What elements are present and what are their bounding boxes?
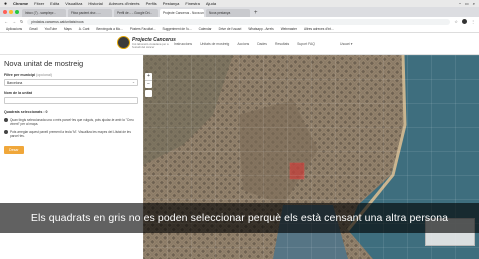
browser-toolbar: ← → ↻ pindatos.cancerus.cat/unitats/nova… <box>0 17 479 26</box>
bookmark-item[interactable]: Drive de l'usuari <box>219 27 242 31</box>
zoom-control: + − <box>145 73 152 88</box>
info-note: Quan tingis seleccionada una o més parce… <box>4 118 138 126</box>
info-icon <box>4 130 8 135</box>
back-icon[interactable]: ← <box>4 19 8 24</box>
menubar-item[interactable]: Finestra <box>185 1 199 6</box>
window-controls <box>3 10 19 14</box>
bookmark-item[interactable]: Benvinguts a Mo... <box>96 27 122 31</box>
browser-tab[interactable]: Inbox (7) - samplepr... <box>22 9 66 17</box>
new-tab-icon[interactable]: + <box>252 9 260 17</box>
battery-icon[interactable]: ▭ <box>465 1 469 6</box>
menubar-item[interactable]: Adreces d'interès <box>109 1 140 6</box>
info-note-text: Quan tingis seleccionada una o més parce… <box>10 118 134 126</box>
close-window-button[interactable] <box>3 10 7 14</box>
reload-icon[interactable]: ↻ <box>20 19 23 24</box>
menubar-app-name[interactable]: Chrome <box>13 1 28 6</box>
nav-item[interactable]: Resultats <box>275 42 289 46</box>
menubar-item[interactable]: Visualitza <box>65 1 82 6</box>
app-logo[interactable] <box>117 36 130 49</box>
bookmark-item[interactable]: Webmaster <box>281 27 297 31</box>
profile-avatar[interactable] <box>462 19 467 24</box>
nav-item[interactable]: Accions <box>237 42 249 46</box>
bookmarks-bar: Aplicacions Gmail YouTube Maps A. Cant B… <box>0 26 479 33</box>
search-icon[interactable]: ⌕ <box>473 1 475 6</box>
minimize-window-button[interactable] <box>9 10 13 14</box>
bookmark-item[interactable]: Altres adreces d'int... <box>304 27 334 31</box>
info-note: Pots arreglar aquest panell prement la t… <box>4 130 138 138</box>
wifi-icon[interactable]: ◔ <box>459 1 461 6</box>
municipality-filter-label-text: Filtre per municipi <box>4 73 36 77</box>
nav-item[interactable]: Instruccions <box>174 42 192 46</box>
menubar-item[interactable]: Historial <box>88 1 102 6</box>
apple-icon[interactable]: ● <box>4 1 7 7</box>
bookmark-item[interactable]: Suggeriment de l'u... <box>163 27 192 31</box>
bookmark-item[interactable]: A. Cant <box>79 27 90 31</box>
optional-hint: (opcional) <box>36 73 52 77</box>
zoom-out-button[interactable]: − <box>145 80 152 88</box>
macos-menubar: ● Chrome Fitxer Edita Visualitza Histori… <box>0 0 479 7</box>
bookmark-item[interactable]: Whatsapp - Arrels <box>248 27 273 31</box>
menubar-status-area: ◔ ▭ ⌕ <box>459 1 475 6</box>
municipality-filter-label: Filtre per municipi (opcional) <box>4 73 139 77</box>
zoom-in-button[interactable]: + <box>145 73 152 80</box>
browser-tab[interactable]: Perfil de... - Google Dri... <box>114 9 158 17</box>
menubar-item[interactable]: Edita <box>50 1 59 6</box>
unit-name-label: Nom de la unitat <box>4 91 32 95</box>
video-subtitle: Els quadrats en gris no es poden selecci… <box>0 203 479 233</box>
chevron-down-icon: ⌄ <box>131 80 135 84</box>
bookmark-item[interactable]: YouTube <box>44 27 57 31</box>
menu-icon[interactable]: ⋮ <box>471 19 475 24</box>
brand-tagline: Col·laboració ciutadana per a l'estudi d… <box>132 42 169 49</box>
menubar-item[interactable]: Perfils <box>146 1 157 6</box>
browser-tab[interactable]: Fitxa pacient.xlsx - ... <box>68 9 112 17</box>
nav-item[interactable]: Suport FAQ <box>297 42 315 46</box>
bookmark-item[interactable]: Pòsters Facultat... <box>130 27 156 31</box>
browser-tab[interactable]: Nova pestanya <box>206 9 250 17</box>
zoom-window-button[interactable] <box>15 10 19 14</box>
nav-item[interactable]: Unitats de mostreig <box>200 42 229 46</box>
browser-tab-strip: Inbox (7) - samplepr... Fitxa pacient.xl… <box>0 7 479 17</box>
main-nav: Instruccions Unitats de mostreig Accions… <box>174 42 315 46</box>
municipality-select[interactable]: Barcelona ⌄ <box>4 79 138 86</box>
bookmark-item[interactable]: Calendar <box>199 27 212 31</box>
browser-tab-active[interactable]: Projecte Cancerus - Nova unit... <box>160 9 204 17</box>
save-button[interactable]: Desar <box>4 146 24 154</box>
menubar-item[interactable]: Pestanya <box>163 1 180 6</box>
page-title: Nova unitat de mostreig <box>4 59 84 68</box>
unit-name-input[interactable] <box>4 97 138 104</box>
nav-item[interactable]: Dades <box>257 42 267 46</box>
info-icon <box>4 118 8 123</box>
info-note-text: Pots arreglar aquest panell prement la t… <box>10 130 131 138</box>
menubar-item[interactable]: Fitxer <box>34 1 44 6</box>
bookmark-item[interactable]: Maps <box>64 27 72 31</box>
star-icon[interactable]: ☆ <box>454 19 458 24</box>
menubar-item[interactable]: Ajuda <box>206 1 216 6</box>
bookmark-item[interactable]: Aplicacions <box>6 27 22 31</box>
app-header: Projecte Cancerus Col·laboració ciutadan… <box>0 33 479 55</box>
address-bar[interactable]: pindatos.cancerus.cat/unitats/nova <box>27 18 451 25</box>
selected-count: Quadrats seleccionats : 0 <box>4 110 48 114</box>
layers-icon[interactable] <box>145 90 152 97</box>
forward-icon[interactable]: → <box>12 19 16 24</box>
bookmark-item[interactable]: Gmail <box>29 27 37 31</box>
user-menu[interactable]: Usuari ▾ <box>340 42 352 46</box>
municipality-select-value: Barcelona <box>7 81 23 85</box>
